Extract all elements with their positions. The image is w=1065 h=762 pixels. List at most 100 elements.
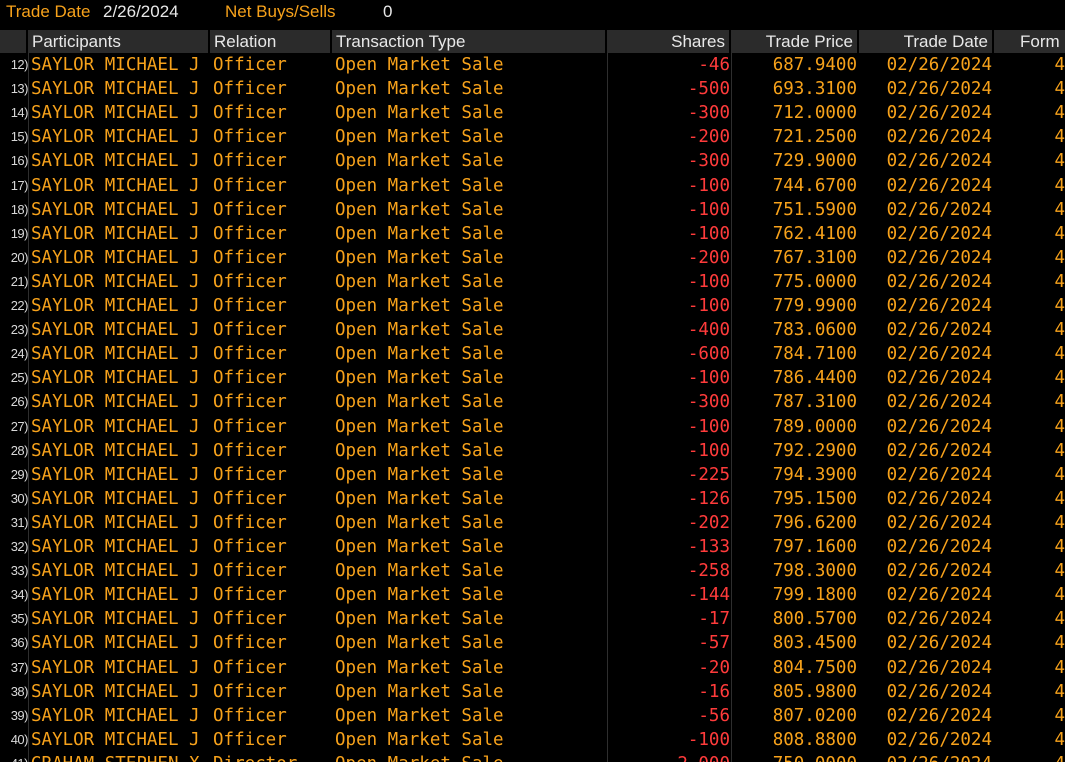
trade-price-cell: 804.7500 xyxy=(772,657,857,678)
trade-date-cell: 02/26/2024 xyxy=(886,464,992,485)
trade-date-cell: 02/26/2024 xyxy=(886,296,992,316)
trade-price-cell: 789.0000 xyxy=(772,416,857,437)
form-cell: 4 xyxy=(1054,103,1065,124)
row-number: 34) xyxy=(10,587,28,603)
form-cell: 4 xyxy=(1054,247,1065,268)
header-trade-price[interactable]: Trade Price xyxy=(731,30,859,53)
trade-date-cell: 02/26/2024 xyxy=(886,609,992,630)
form-cell: 4 xyxy=(1054,344,1065,365)
trade-date-label: Trade Date xyxy=(6,2,91,21)
header-trade-date[interactable]: Trade Date xyxy=(859,30,994,53)
participant-cell: SAYLOR MICHAEL J xyxy=(31,151,200,172)
table-row[interactable]: 28) SAYLOR MICHAEL J Officer Open Market Sa… xyxy=(0,439,1065,463)
shares-cell: -100 xyxy=(687,729,730,750)
row-number: 31) xyxy=(10,514,28,530)
shares-cell: -100 xyxy=(687,199,730,220)
form-cell: 4 xyxy=(1054,440,1065,461)
relation-cell: Officer xyxy=(213,151,287,172)
transaction-type-cell: Open Market Sale xyxy=(335,368,504,389)
table-row[interactable]: 23) SAYLOR MICHAEL J Officer Open Market Sa… xyxy=(0,318,1065,342)
table-row[interactable]: 21) SAYLOR MICHAEL J Officer Open Market Sa… xyxy=(0,270,1065,294)
row-number: 13) xyxy=(10,81,28,97)
shares-cell: -200 xyxy=(687,127,730,148)
trade-price-cell: 808.8800 xyxy=(772,729,857,750)
table-row[interactable]: 14) SAYLOR MICHAEL J Officer Open Market Sa… xyxy=(0,101,1065,125)
form-cell: 4 xyxy=(1054,151,1065,172)
participant-cell: SAYLOR MICHAEL J xyxy=(31,729,200,750)
net-buys-sells-label: Net Buys/Sells xyxy=(225,2,336,21)
shares-cell: -57 xyxy=(698,633,730,654)
relation-cell: Officer xyxy=(213,464,287,485)
participant-cell: SAYLOR MICHAEL J xyxy=(31,368,200,389)
table-row[interactable]: 29) SAYLOR MICHAEL J Officer Open Market Sa… xyxy=(0,463,1065,487)
table-row[interactable]: 39) SAYLOR MICHAEL J Officer Open Market Sa… xyxy=(0,704,1065,728)
relation-cell: Officer xyxy=(213,609,287,630)
table-row[interactable]: 33) SAYLOR MICHAEL J Officer Open Market Sa… xyxy=(0,559,1065,583)
shares-cell: -100 xyxy=(687,223,730,244)
transaction-type-cell: Open Market Sale xyxy=(335,585,504,606)
net-buys-sells-value: 0 xyxy=(383,2,393,21)
participant-cell: SAYLOR MICHAEL J xyxy=(31,416,200,437)
table-row[interactable]: 18) SAYLOR MICHAEL J Officer Open Market Sa… xyxy=(0,198,1065,222)
row-number: 30) xyxy=(10,490,28,506)
table-row[interactable]: 12) SAYLOR MICHAEL J Officer Open Market Sa… xyxy=(0,53,1065,77)
relation-cell: Officer xyxy=(213,729,287,750)
table-row[interactable]: 32) SAYLOR MICHAEL J Officer Open Market Sa… xyxy=(0,535,1065,559)
header-transaction-type[interactable]: Transaction Type xyxy=(332,30,607,53)
header-participants[interactable]: Participants xyxy=(28,30,210,53)
table-row[interactable]: 41)GRAHAM STEPHEN X Director Open Market S… xyxy=(0,752,1065,762)
table-row[interactable]: 17) SAYLOR MICHAEL J Officer Open Market Sa… xyxy=(0,174,1065,198)
relation-cell: Officer xyxy=(213,561,287,582)
trade-price-cell: 721.2500 xyxy=(772,127,857,148)
table-row[interactable]: 34) SAYLOR MICHAEL J Officer Open Market Sa… xyxy=(0,583,1065,607)
row-number: 26) xyxy=(10,394,28,410)
header-index-column xyxy=(0,30,28,53)
table-row[interactable]: 31) SAYLOR MICHAEL J Officer Open Market Sa… xyxy=(0,511,1065,535)
row-number: 24) xyxy=(10,346,28,362)
table-row[interactable]: 16) SAYLOR MICHAEL J Officer Open Market Sa… xyxy=(0,149,1065,173)
table-row[interactable]: 24) SAYLOR MICHAEL J Officer Open Market Sa… xyxy=(0,342,1065,366)
relation-cell: Officer xyxy=(213,296,287,316)
participant-cell: SAYLOR MICHAEL J xyxy=(31,296,200,316)
table-row[interactable]: 40) SAYLOR MICHAEL J Officer Open Market Sa… xyxy=(0,728,1065,752)
table-row[interactable]: 36) SAYLOR MICHAEL J Officer Open Market Sa… xyxy=(0,631,1065,655)
table-row[interactable]: 35) SAYLOR MICHAEL J Officer Open Market Sa… xyxy=(0,607,1065,631)
row-number: 20) xyxy=(10,249,28,265)
shares-cell: -300 xyxy=(687,151,730,172)
trade-price-cell: 796.6200 xyxy=(772,512,857,533)
transaction-type-cell: Open Market Sale xyxy=(335,296,504,316)
relation-cell: Officer xyxy=(213,512,287,533)
top-summary-bar: Trade Date 2/26/2024 Net Buys/Sells 0 xyxy=(0,0,1065,24)
participant-cell: SAYLOR MICHAEL J xyxy=(31,464,200,485)
table-row[interactable]: 27) SAYLOR MICHAEL J Officer Open Market Sa… xyxy=(0,415,1065,439)
table-row[interactable]: 22) SAYLOR MICHAEL J Officer Open Market Sa… xyxy=(0,294,1065,318)
trade-price-cell: 750.0000 xyxy=(733,752,857,762)
table-row[interactable]: 13) SAYLOR MICHAEL J Officer Open Market Sa… xyxy=(0,77,1065,101)
trade-date-cell: 02/26/2024 xyxy=(886,320,992,341)
table-row[interactable]: 19) SAYLOR MICHAEL J Officer Open Market Sa… xyxy=(0,222,1065,246)
trade-date-cell: 02/26/2024 xyxy=(886,103,992,124)
shares-cell: -100 xyxy=(687,175,730,196)
table-row[interactable]: 38) SAYLOR MICHAEL J Officer Open Market Sa… xyxy=(0,680,1065,704)
transaction-type-cell: Open Market Sale xyxy=(335,127,504,148)
trade-date-cell: 02/26/2024 xyxy=(886,440,992,461)
table-row[interactable]: 37) SAYLOR MICHAEL J Officer Open Market Sa… xyxy=(0,656,1065,680)
trade-date-value[interactable]: 2/26/2024 xyxy=(103,0,179,24)
table-row[interactable]: 25) SAYLOR MICHAEL J Officer Open Market Sa… xyxy=(0,366,1065,390)
header-relation[interactable]: Relation xyxy=(210,30,332,53)
row-number: 15) xyxy=(10,129,28,145)
trade-price-cell: 803.4500 xyxy=(772,633,857,654)
header-shares[interactable]: Shares xyxy=(607,30,731,53)
table-row[interactable]: 30) SAYLOR MICHAEL J Officer Open Market Sa… xyxy=(0,487,1065,511)
trade-price-cell: 762.4100 xyxy=(772,223,857,244)
trade-date-cell: 02/26/2024 xyxy=(886,392,992,413)
participant-cell: SAYLOR MICHAEL J xyxy=(31,175,200,196)
trade-date-cell: 02/26/2024 xyxy=(886,55,992,75)
table-row[interactable]: 26) SAYLOR MICHAEL J Officer Open Market Sa… xyxy=(0,390,1065,414)
table-header: Participants Relation Transaction Type S… xyxy=(0,30,1065,53)
header-form[interactable]: Form xyxy=(994,30,1065,53)
trades-table-body: 12) SAYLOR MICHAEL J Officer Open Market Sa… xyxy=(0,53,1065,762)
table-row[interactable]: 15) SAYLOR MICHAEL J Officer Open Market Sa… xyxy=(0,125,1065,149)
trade-date-cell: 02/26/2024 xyxy=(886,199,992,220)
table-row[interactable]: 20) SAYLOR MICHAEL J Officer Open Market Sa… xyxy=(0,246,1065,270)
